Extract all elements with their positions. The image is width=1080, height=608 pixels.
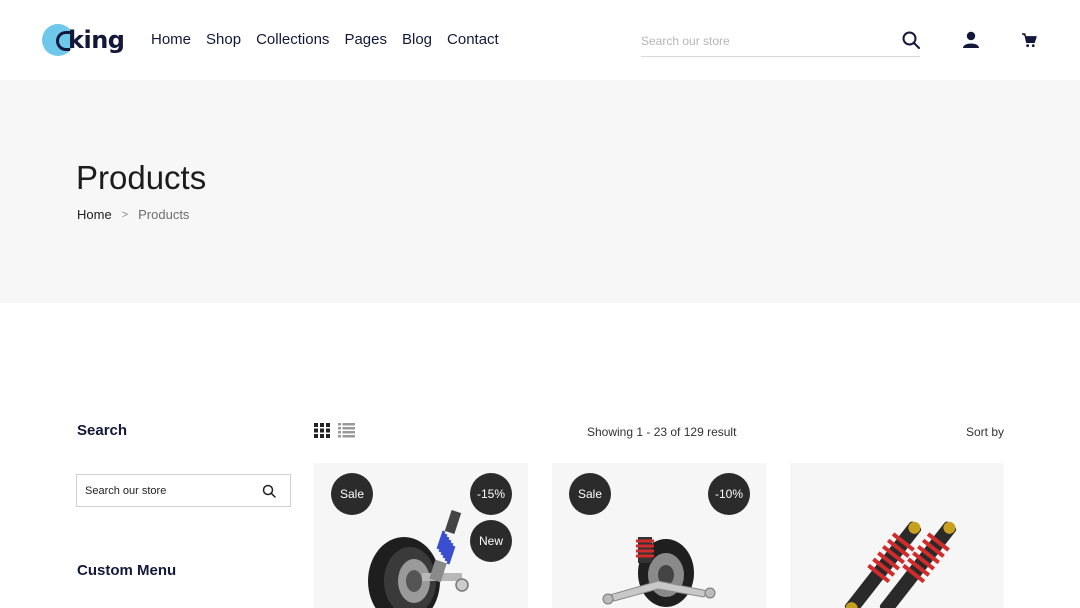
search-icon[interactable] (902, 31, 920, 49)
breadcrumb-home[interactable]: Home (77, 207, 112, 222)
page-title: Products (76, 159, 207, 196)
breadcrumb: Home > Products (77, 207, 189, 222)
nav-blog[interactable]: Blog (402, 31, 432, 48)
sidebar-search (76, 474, 291, 507)
nav-collections[interactable]: Collections (256, 31, 329, 48)
page-banner: Products Home > Products (0, 80, 1080, 303)
discount-badge: -10% (708, 473, 750, 515)
header-search (641, 24, 920, 57)
sidebar-search-input[interactable] (85, 483, 250, 499)
sale-badge: Sale (569, 473, 611, 515)
cart-icon[interactable] (1022, 33, 1037, 48)
new-badge: New (470, 520, 512, 562)
logo[interactable]: king (42, 22, 132, 62)
list-view-icon[interactable] (338, 423, 355, 438)
breadcrumb-current: Products (138, 207, 190, 222)
result-count: Showing 1 - 23 of 129 result (587, 425, 737, 439)
shock-absorber-wheel-image (368, 509, 469, 608)
grid-view-icon[interactable] (314, 423, 330, 438)
site-header: king Home Shop Collections Pages Blog Co… (0, 0, 1080, 80)
sidebar-search-title: Search (77, 422, 128, 439)
product-card-3[interactable] (790, 463, 1004, 608)
breadcrumb-separator-icon: > (121, 208, 129, 221)
coilover-shocks-image (844, 521, 957, 608)
nav-home[interactable]: Home (151, 31, 191, 48)
nav-pages[interactable]: Pages (344, 31, 387, 48)
product-card-2[interactable]: Sale -10% (552, 463, 766, 608)
sidebar-custom-menu-title: Custom Menu (77, 562, 177, 579)
product-card-1[interactable]: Sale -15% New (314, 463, 528, 608)
sort-by-dropdown[interactable]: Sort by (966, 425, 1004, 439)
nav-contact[interactable]: Contact (447, 31, 499, 48)
header-search-input[interactable] (641, 32, 881, 50)
user-icon[interactable] (962, 31, 980, 49)
search-icon[interactable] (262, 484, 276, 498)
logo-text: king (68, 26, 125, 54)
nav-shop[interactable]: Shop (206, 31, 241, 48)
suspension-arm-image (602, 537, 716, 607)
sale-badge: Sale (331, 473, 373, 515)
discount-badge: -15% (470, 473, 512, 515)
main-nav: Home Shop Collections Pages Blog Contact (151, 31, 499, 48)
